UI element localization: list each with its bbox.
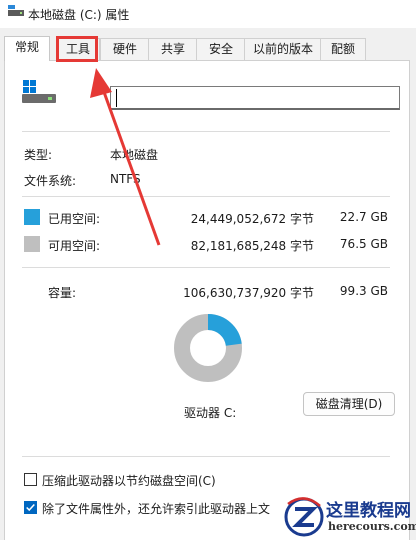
disk-cleanup-button[interactable]: 磁盘清理(D) [303,392,395,416]
tab-general[interactable]: 常规 [4,36,50,61]
divider [22,196,390,197]
watermark-url: herecours.com [328,520,416,533]
drive-icon [22,80,56,103]
free-space-size: 76.5 GB [339,237,388,251]
filesystem-label: 文件系统: [24,174,77,188]
compress-checkbox[interactable] [24,473,37,486]
capacity-size: 99.3 GB [339,284,388,298]
divider [22,267,390,268]
index-checkbox[interactable] [24,501,37,514]
tab-sharing[interactable]: 共享 [148,38,198,60]
capacity-bytes: 106,630,737,920 字节 [183,286,314,300]
volume-name-input[interactable] [110,86,400,110]
compress-label: 压缩此驱动器以节约磁盘空间(C) [42,474,216,488]
drive-icon [8,5,24,16]
tab-previous-versions[interactable]: 以前的版本 [244,38,322,60]
usage-donut-chart [174,314,242,382]
tab-hardware[interactable]: 硬件 [100,38,150,60]
title-bar: 本地磁盘 (C:) 属性 [0,0,416,28]
used-space-size: 22.7 GB [339,210,388,224]
window-title: 本地磁盘 (C:) 属性 [28,8,130,22]
tab-quota[interactable]: 配额 [320,38,366,60]
filesystem-value: NTFS [110,172,141,186]
divider [22,131,390,132]
free-space-bytes: 82,181,685,248 字节 [190,239,314,253]
tab-security[interactable]: 安全 [196,38,246,60]
index-label: 除了文件属性外，还允许索引此驱动器上文 [42,502,271,516]
used-space-swatch [24,209,40,225]
used-space-bytes: 24,449,052,672 字节 [190,212,314,226]
free-space-label: 可用空间: [48,239,101,253]
text-caret [116,89,117,107]
checkmark-icon [26,504,35,512]
used-space-label: 已用空间: [48,212,101,226]
type-value: 本地磁盘 [110,148,159,162]
capacity-label: 容量: [48,286,77,300]
watermark-title: 这里教程网 [326,501,411,521]
free-space-swatch [24,236,40,252]
type-label: 类型: [24,148,53,162]
tools-tab-highlight [56,36,98,62]
drive-letter-label: 驱动器 C: [184,406,237,420]
divider [22,456,390,457]
